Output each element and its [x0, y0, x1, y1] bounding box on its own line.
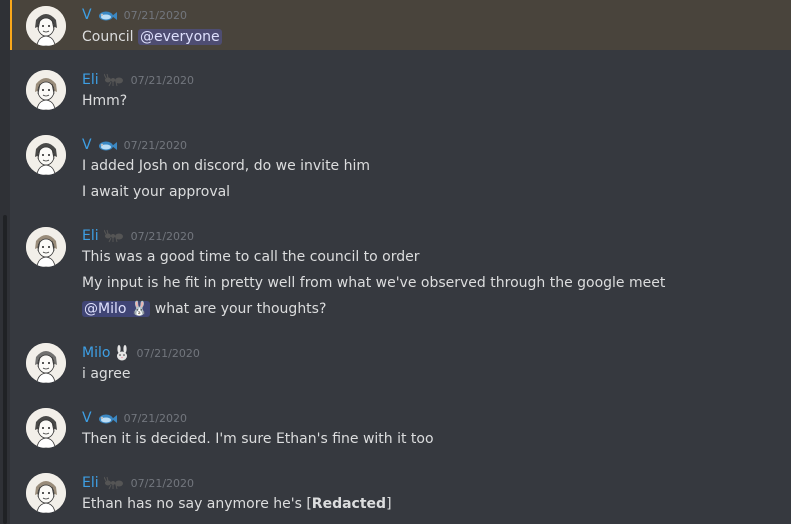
text-span: i agree	[82, 366, 131, 382]
message-header: V 07/21/2020	[82, 6, 187, 24]
message-text: Then it is decided. I'm sure Ethan's fin…	[82, 429, 781, 449]
user-mention[interactable]: @Milo 🐰	[82, 301, 151, 317]
fish-icon	[97, 410, 117, 426]
avatar[interactable]	[26, 6, 66, 46]
message-text: My input is he fit in pretty well from w…	[82, 273, 781, 293]
message-header: V 07/21/2020	[82, 409, 187, 427]
username[interactable]: V	[82, 7, 92, 23]
scrollbar[interactable]	[3, 215, 7, 524]
message-text: I added Josh on discord, do we invite hi…	[82, 156, 781, 176]
message-group[interactable]: Milo 07/21/2020 i agree	[10, 333, 791, 388]
username[interactable]: V	[82, 137, 92, 153]
message-header: Eli 07/21/2020	[82, 474, 194, 492]
fish-icon	[97, 137, 117, 153]
username[interactable]: Eli	[82, 72, 99, 88]
message-header: V 07/21/2020	[82, 136, 187, 154]
message-text: @Milo 🐰 what are your thoughts?	[82, 299, 781, 319]
message-text: Ethan has no say anymore he's [Redacted]	[82, 494, 781, 514]
message-header: Milo 07/21/2020	[82, 344, 200, 362]
message-text: This was a good time to call the council…	[82, 247, 781, 267]
message-text: I await your approval	[82, 182, 781, 202]
message-group-mentioned[interactable]: V 07/21/2020 Council @everyone	[10, 0, 791, 50]
timestamp[interactable]: 07/21/2020	[124, 9, 187, 22]
avatar[interactable]	[26, 70, 66, 110]
bold-text: Redacted	[311, 496, 387, 512]
text-span: Hmm?	[82, 93, 128, 109]
avatar[interactable]	[26, 408, 66, 448]
ant-icon	[103, 475, 124, 491]
text-span: what are your thoughts?	[150, 301, 327, 317]
timestamp[interactable]: 07/21/2020	[131, 477, 194, 490]
message-header: Eli 07/21/2020	[82, 71, 194, 89]
username[interactable]: V	[82, 410, 92, 426]
ant-icon	[103, 228, 124, 244]
text-span: Ethan has no say anymore he's [	[82, 496, 312, 512]
message-group[interactable]: Eli 07/21/2020 Ethan has no say anymore he…	[10, 463, 791, 524]
timestamp[interactable]: 07/21/2020	[136, 347, 199, 360]
text-span: ]	[386, 496, 392, 512]
message-group[interactable]: Eli 07/21/2020 Hmm?	[10, 60, 791, 115]
username[interactable]: Milo	[82, 345, 110, 361]
text-span: This was a good time to call the council…	[82, 249, 420, 265]
username[interactable]: Eli	[82, 475, 99, 491]
text-span: My input is he fit in pretty well from w…	[82, 275, 666, 291]
rabbit-icon	[115, 345, 129, 361]
message-group[interactable]: V 07/21/2020 Then it is decided. I'm sure …	[10, 398, 791, 453]
timestamp[interactable]: 07/21/2020	[124, 412, 187, 425]
timestamp[interactable]: 07/21/2020	[124, 139, 187, 152]
avatar[interactable]	[26, 227, 66, 267]
message-text: Hmm?	[82, 91, 781, 111]
username[interactable]: Eli	[82, 228, 99, 244]
ant-icon	[103, 72, 124, 88]
message-header: Eli 07/21/2020	[82, 227, 194, 245]
avatar[interactable]	[26, 135, 66, 175]
message-group[interactable]: Eli 07/21/2020 This was a good time to cal…	[10, 217, 791, 329]
avatar[interactable]	[26, 473, 66, 513]
message-text: Council @everyone	[82, 27, 781, 47]
text-span: I await your approval	[82, 184, 231, 200]
timestamp[interactable]: 07/21/2020	[131, 230, 194, 243]
user-mention[interactable]: @everyone	[138, 29, 222, 45]
timestamp[interactable]: 07/21/2020	[131, 74, 194, 87]
message-text: i agree	[82, 364, 781, 384]
fish-icon	[97, 7, 117, 23]
text-span: Then it is decided. I'm sure Ethan's fin…	[82, 431, 434, 447]
message-group[interactable]: V 07/21/2020 I added Josh on discord, do w…	[10, 125, 791, 207]
text-span: Council	[82, 29, 139, 45]
text-span: I added Josh on discord, do we invite hi…	[82, 158, 371, 174]
avatar[interactable]	[26, 343, 66, 383]
